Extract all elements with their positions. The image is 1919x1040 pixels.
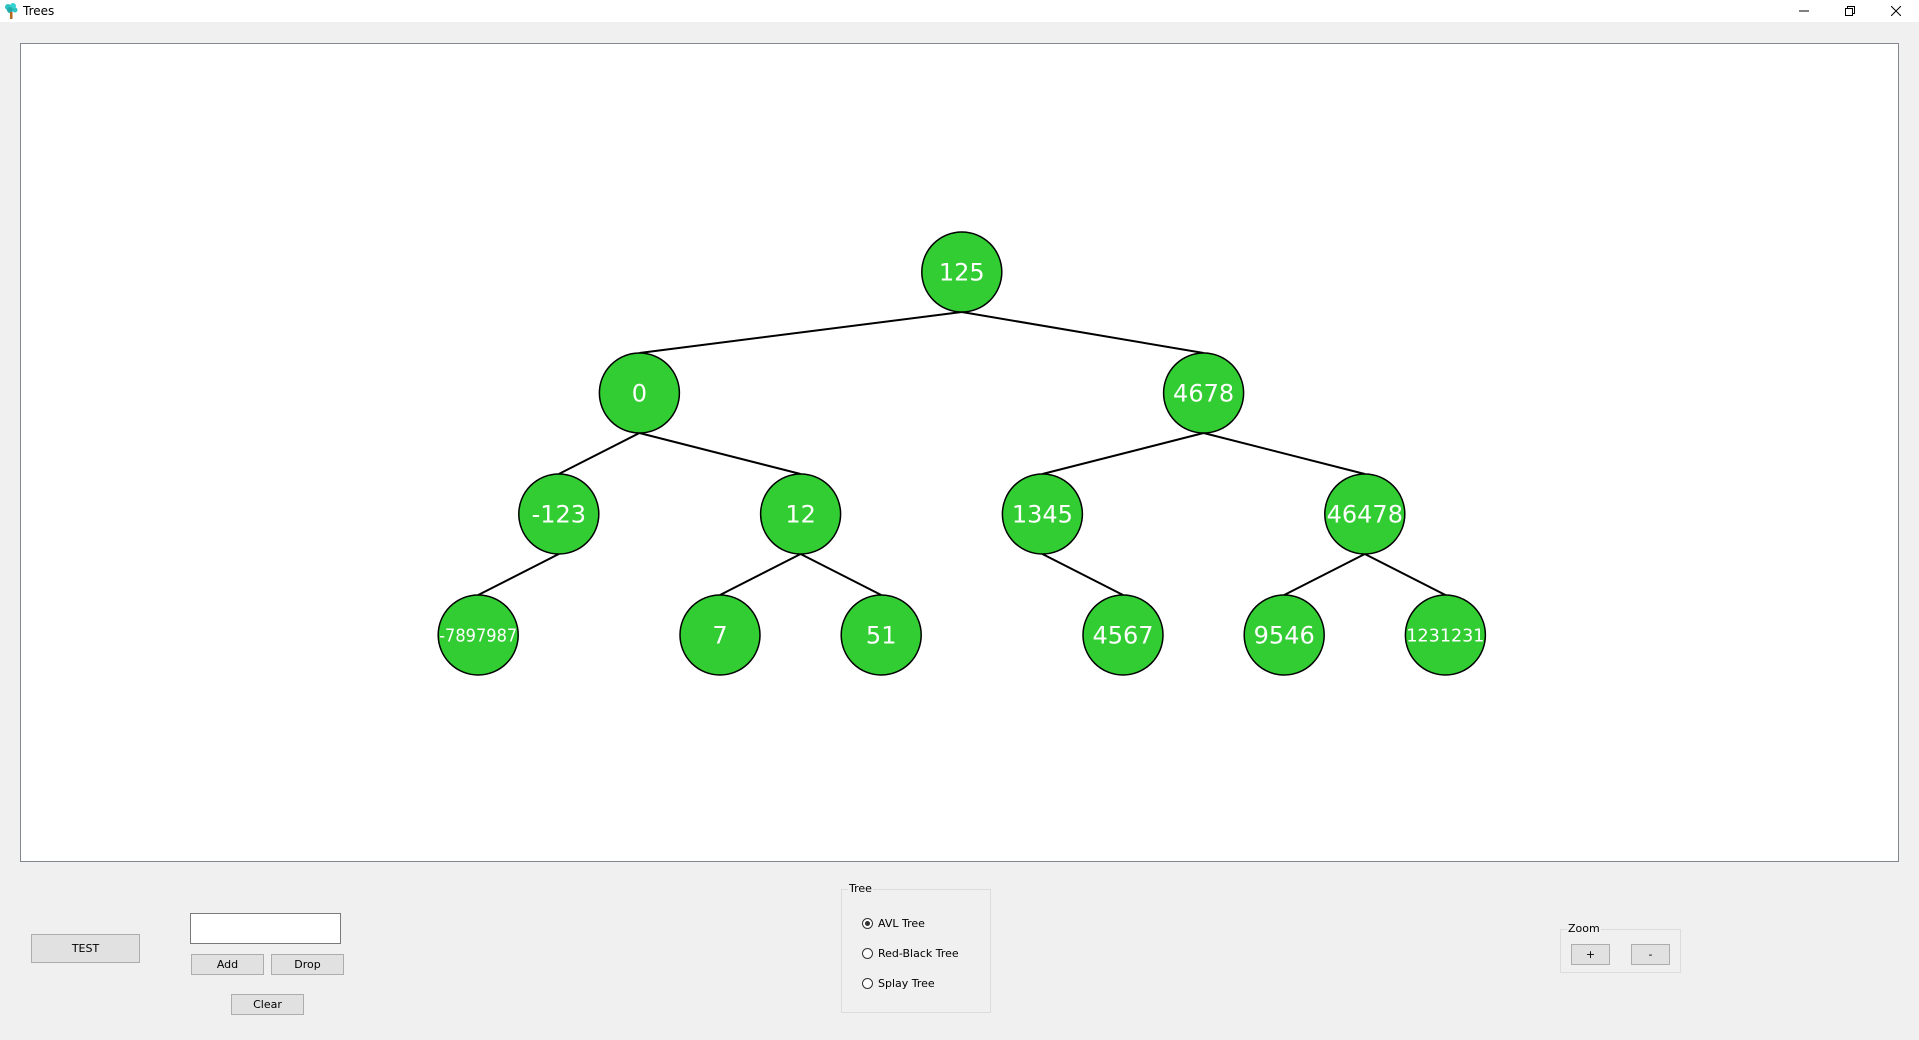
tree-edge <box>1283 553 1366 596</box>
tree-edge <box>477 553 560 596</box>
add-button[interactable]: Add <box>191 954 264 975</box>
tree-node[interactable]: 46478 <box>1324 473 1406 555</box>
clear-button[interactable]: Clear <box>231 994 304 1015</box>
tree-node[interactable]: 9546 <box>1243 594 1325 676</box>
tree-edge <box>719 553 802 596</box>
tree-node-value: 4678 <box>1173 379 1234 407</box>
close-button[interactable] <box>1873 0 1919 22</box>
tree-edge <box>639 432 801 475</box>
tree-edge <box>800 553 882 596</box>
tree-node-value: -123 <box>532 500 586 528</box>
tree-node[interactable]: 125 <box>921 231 1003 313</box>
tree-edge <box>1042 432 1204 475</box>
tree-edge <box>639 311 962 354</box>
radio-splay-tree[interactable]: Splay Tree <box>862 977 935 990</box>
tree-edge <box>961 311 1204 354</box>
tree-node[interactable]: 51 <box>840 594 922 676</box>
tree-app-icon <box>5 3 18 19</box>
tree-node-value: 4567 <box>1092 621 1153 649</box>
tree-node[interactable]: 0 <box>598 352 681 434</box>
tree-type-label: Tree <box>848 882 873 895</box>
tree-node[interactable]: 1345 <box>1001 473 1084 555</box>
minimize-icon <box>1799 10 1809 12</box>
radio-label: AVL Tree <box>878 917 925 930</box>
test-button[interactable]: TEST <box>31 934 140 963</box>
radio-indicator[interactable] <box>862 918 873 929</box>
restore-icon <box>1845 6 1855 16</box>
tree-node[interactable]: -123 <box>518 473 600 555</box>
tree-drawing: 125 0 4678 -123 12 1345 46478 -7897987 7 51 4567 95… <box>437 231 1487 676</box>
window-title: Trees <box>23 4 55 18</box>
tree-node-value: 1231231 <box>1406 625 1484 646</box>
tree-node[interactable]: 4678 <box>1162 352 1245 434</box>
radio-indicator[interactable] <box>862 978 873 989</box>
tree-node-value: 0 <box>632 379 647 407</box>
tree-node-value: 7 <box>712 621 727 649</box>
tree-node[interactable]: 7 <box>679 594 761 676</box>
tree-node-value: -7897987 <box>439 625 517 646</box>
value-input[interactable] <box>190 913 341 944</box>
tree-edge <box>1364 553 1446 596</box>
tree-type-group: Tree AVL Tree Red-Black Tree Splay Tree <box>841 882 991 1013</box>
radio-indicator[interactable] <box>862 948 873 959</box>
tree-edge <box>1041 553 1124 596</box>
tree-edge <box>1203 432 1366 475</box>
tree-node[interactable]: -7897987 <box>437 594 519 676</box>
radio-avl-tree[interactable]: AVL Tree <box>862 917 925 930</box>
radio-label: Red-Black Tree <box>878 947 959 960</box>
title-bar: Trees <box>0 0 1919 22</box>
close-icon <box>1891 6 1901 16</box>
tree-node-value: 12 <box>785 500 816 528</box>
restore-button[interactable] <box>1827 0 1873 22</box>
tree-node-value: 9546 <box>1254 621 1315 649</box>
drop-button[interactable]: Drop <box>271 954 344 975</box>
tree-node-value: 125 <box>939 258 985 286</box>
tree-node-value: 46478 <box>1327 500 1403 528</box>
tree-edge <box>558 432 640 475</box>
tree-node-value: 51 <box>866 621 897 649</box>
tree-node[interactable]: 4567 <box>1082 594 1164 676</box>
minimize-button[interactable] <box>1781 0 1827 22</box>
zoom-group: Zoom + - <box>1560 922 1681 973</box>
radio-red-black-tree[interactable]: Red-Black Tree <box>862 947 959 960</box>
tree-node-value: 1345 <box>1012 500 1073 528</box>
tree-node[interactable]: 12 <box>759 473 842 555</box>
zoom-in-button[interactable]: + <box>1571 944 1610 965</box>
zoom-out-button[interactable]: - <box>1631 944 1670 965</box>
tree-node[interactable]: 1231231 <box>1404 594 1487 676</box>
radio-label: Splay Tree <box>878 977 935 990</box>
tree-canvas[interactable]: 125 0 4678 -123 12 1345 46478 -7897987 7 51 4567 95… <box>20 43 1899 862</box>
zoom-label: Zoom <box>1567 922 1601 935</box>
